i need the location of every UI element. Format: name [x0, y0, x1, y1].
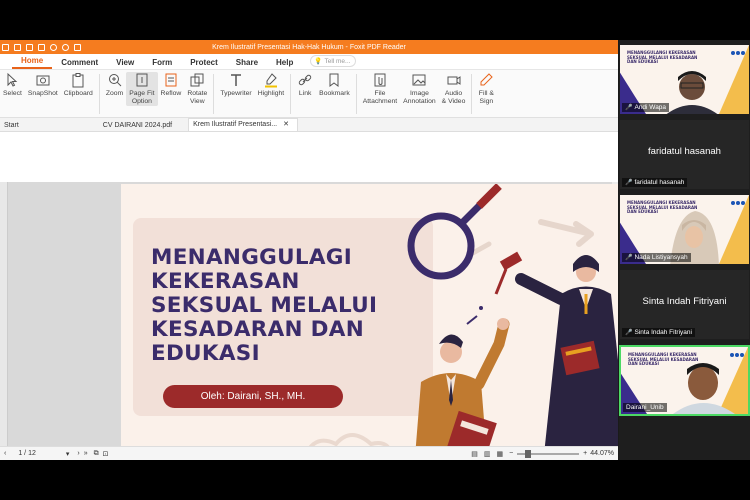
tab-start[interactable]: Start: [0, 122, 27, 131]
slide-title-line: KEKERASAN: [151, 269, 300, 294]
video-icon: [446, 72, 462, 88]
typewriter-icon: [228, 72, 244, 88]
tell-me-label: Tell me...: [324, 57, 351, 65]
page-fit-icon: [134, 72, 150, 88]
link-button[interactable]: Link: [294, 72, 316, 98]
ribbon-divider: [290, 74, 292, 114]
page-fit-option-button[interactable]: Page Fit Option: [126, 72, 158, 106]
bookmark-icon: [326, 72, 342, 88]
highlighter-icon: [263, 72, 279, 88]
tell-me-search[interactable]: 💡 Tell me...: [310, 55, 357, 67]
status-bar: ‹ 1 / 12 ▾ › » ⧉ ⊡ ▤ ▥ ▦ − + 44.07%: [0, 446, 618, 460]
clipboard-icon: [70, 72, 86, 88]
participant-name: 🎤 Sinta Indah Fitriyani: [622, 328, 695, 337]
fill-sign-button[interactable]: Fill & Sign: [475, 72, 497, 106]
slide-title-line: EDUKASI: [151, 341, 260, 366]
reflow-button[interactable]: Reflow: [158, 72, 185, 98]
two-page-icon[interactable]: ⧉: [94, 450, 99, 458]
pen-icon: [478, 72, 494, 88]
zoom-icon: [107, 72, 123, 88]
cursor-icon: [4, 72, 20, 88]
next-page-icon[interactable]: ›: [77, 450, 79, 457]
tab-home[interactable]: Home: [12, 56, 53, 69]
reflow-icon: [163, 72, 179, 88]
pdf-page-slide: MENANGGULAGI KEKERASAN SEKSUAL MELALUI K…: [121, 184, 618, 460]
mic-muted-icon: 🎤: [625, 105, 633, 111]
mic-muted-icon: 🎤: [625, 330, 633, 336]
slide-title: MENANGGULAGI KEKERASAN SEKSUAL MELALUI K…: [151, 246, 441, 366]
participant-name: 🎤 faridatul hasanah: [622, 178, 688, 187]
participant-name: 🎤 Nada Listiyansyah: [622, 253, 691, 262]
slide-title-line: SEKSUAL MELALUI: [151, 293, 378, 318]
tab-form[interactable]: Form: [143, 58, 181, 69]
zoom-slider[interactable]: [517, 449, 580, 458]
screen: Krem Ilustratif Presentasi Hak-Hak Hukum…: [0, 40, 750, 460]
zoom-button[interactable]: Zoom: [103, 72, 126, 98]
author-label: Oleh: Dairani, SH., MH.: [163, 385, 343, 408]
slide-title-line: KESADARAN DAN: [151, 317, 365, 342]
single-page-icon[interactable]: ▤: [471, 450, 478, 458]
highlight-button[interactable]: Highlight: [255, 72, 287, 98]
participant-tile-active-speaker[interactable]: MENANGGULANGI KEKERASAN SEKSUAL MELALUI …: [619, 345, 750, 416]
prev-page-icon[interactable]: ‹: [4, 450, 6, 457]
ribbon-divider: [98, 74, 100, 114]
slide-title-line: MENANGGULAGI: [151, 245, 353, 270]
participant-tile[interactable]: MENANGGULANGI KEKERASAN SEKSUAL MELALUI …: [619, 44, 750, 115]
file-attachment-button[interactable]: File Attachment: [360, 72, 400, 106]
participant-name: 🎤 Andi Wapa: [622, 103, 670, 112]
clipboard-button[interactable]: Clipboard: [61, 72, 96, 98]
video-participants-panel: MENANGGULANGI KEKERASAN SEKSUAL MELALUI …: [619, 40, 750, 460]
tab-share[interactable]: Share: [227, 58, 267, 69]
participant-display-name: faridatul hasanah: [648, 146, 721, 157]
audio-video-button[interactable]: Audio & Video: [439, 72, 469, 106]
ribbon-divider: [355, 74, 357, 114]
participant-name: Dairani_Unib: [623, 403, 667, 412]
zoom-in-icon[interactable]: +: [583, 450, 587, 457]
mic-muted-icon: 🎤: [625, 255, 633, 261]
window-title: Krem Ilustratif Presentasi Hak-Hak Hukum…: [212, 43, 406, 51]
foxit-reader-window: Krem Ilustratif Presentasi Hak-Hak Hukum…: [0, 40, 618, 460]
paperclip-icon: [372, 72, 388, 88]
image-icon: [411, 72, 427, 88]
typewriter-button[interactable]: Typewriter: [217, 72, 254, 98]
bookmark-button[interactable]: Bookmark: [316, 72, 353, 98]
tab-krem-presentasi[interactable]: Krem Ilustratif Presentasi... ✕: [188, 118, 298, 131]
zoom-out-icon[interactable]: −: [509, 450, 513, 457]
continuous-icon[interactable]: ▥: [484, 450, 491, 458]
page-indicator[interactable]: 1 / 12: [18, 450, 36, 457]
mic-muted-icon: 🎤: [625, 180, 633, 186]
ribbon-divider: [213, 74, 215, 114]
participant-tile[interactable]: MENANGGULANGI KEKERASAN SEKSUAL MELALUI …: [619, 194, 750, 265]
snapshot-button[interactable]: SnapShot: [25, 72, 61, 98]
last-page-icon[interactable]: »: [84, 450, 88, 457]
tab-comment[interactable]: Comment: [52, 58, 107, 69]
close-tab-icon[interactable]: ✕: [283, 120, 289, 128]
ribbon-toolbar: Select SnapShot Clipboard Zoom Page Fit …: [0, 70, 618, 118]
participant-tile[interactable]: faridatul hasanah 🎤 faridatul hasanah: [619, 119, 750, 190]
tab-help[interactable]: Help: [267, 58, 302, 69]
facing-icon[interactable]: ▦: [496, 450, 503, 458]
navigation-panel-collapsed[interactable]: [0, 182, 8, 446]
title-bar: Krem Ilustratif Presentasi Hak-Hak Hukum…: [0, 40, 618, 54]
document-view[interactable]: MENANGGULAGI KEKERASAN SEKSUAL MELALUI K…: [0, 182, 618, 460]
zoom-slider-thumb[interactable]: [525, 449, 532, 458]
participant-tile[interactable]: Sinta Indah Fitriyani 🎤 Sinta Indah Fitri…: [619, 269, 750, 340]
tab-cv-dairani[interactable]: CV DAIRANI 2024.pdf: [99, 122, 180, 131]
tab-view[interactable]: View: [107, 58, 143, 69]
select-button[interactable]: Select: [0, 72, 25, 98]
ribbon-divider: [471, 74, 473, 114]
participant-display-name: Sinta Indah Fitriyani: [642, 296, 727, 307]
fit-page-icon[interactable]: ⊡: [103, 450, 109, 458]
page-dropdown-icon[interactable]: ▾: [66, 450, 70, 458]
zoom-percent[interactable]: 44.07%: [590, 450, 614, 457]
camera-icon: [35, 72, 51, 88]
lightbulb-icon: 💡: [314, 58, 323, 65]
tab-protect[interactable]: Protect: [181, 58, 227, 69]
link-icon: [297, 72, 313, 88]
rotate-icon: [189, 72, 205, 88]
rotate-view-button[interactable]: Rotate View: [184, 72, 210, 106]
document-tabs: Start CV DAIRANI 2024.pdf Krem Ilustrati…: [0, 118, 618, 132]
menu-bar: Home Comment View Form Protect Share Hel…: [0, 54, 618, 70]
image-annotation-button[interactable]: Image Annotation: [400, 72, 439, 106]
